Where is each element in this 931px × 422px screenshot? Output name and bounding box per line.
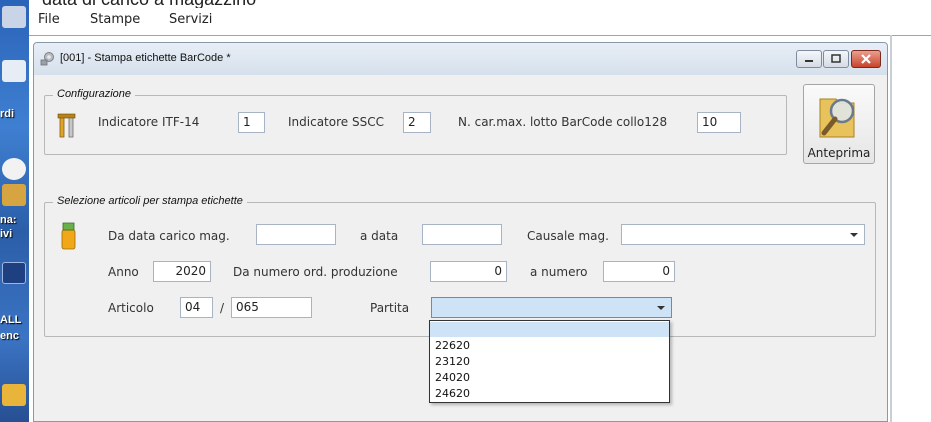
- jar-icon: [61, 222, 76, 250]
- desktop-icon-label: ALL: [0, 314, 22, 326]
- window-title: [001] - Stampa etichette BarCode *: [60, 52, 231, 64]
- itf14-label: Indicatore ITF-14: [98, 115, 200, 129]
- articolo-number-input[interactable]: 065: [231, 297, 312, 318]
- articolo-label: Articolo: [108, 301, 154, 315]
- desktop-strip: rdi na: ivi ALL enc: [0, 0, 29, 422]
- partita-select[interactable]: [431, 297, 672, 318]
- maxlen-label: N. car.max. lotto BarCode collo128: [458, 115, 668, 129]
- dropdown-option[interactable]: [430, 322, 669, 337]
- partita-label: Partita: [370, 301, 410, 315]
- maxlen-input[interactable]: 10: [697, 112, 741, 133]
- menu-servizi[interactable]: Servizi: [169, 12, 212, 27]
- desktop-icon[interactable]: [2, 60, 26, 82]
- anno-label: Anno: [108, 265, 139, 279]
- tools-icon: [57, 113, 76, 138]
- dropdown-option[interactable]: 23120: [430, 354, 669, 369]
- causale-select[interactable]: [621, 224, 865, 245]
- configurazione-legend: Configurazione: [53, 88, 135, 100]
- desktop-icon[interactable]: [2, 384, 26, 406]
- selezione-legend: Selezione articoli per stampa etichette: [53, 195, 247, 207]
- da-numero-input[interactable]: 0: [430, 261, 507, 282]
- desktop-icon-label: rdi: [0, 108, 15, 120]
- da-data-label: Da data carico mag.: [108, 229, 230, 243]
- causale-label: Causale mag.: [527, 229, 609, 243]
- a-numero-input[interactable]: 0: [603, 261, 675, 282]
- a-data-input[interactable]: [422, 224, 502, 245]
- da-data-input[interactable]: [256, 224, 336, 245]
- desktop-icon[interactable]: [2, 184, 26, 206]
- preview-button-label: Anteprima: [807, 146, 871, 160]
- desktop-icon-label: na:: [0, 214, 17, 226]
- dropdown-option[interactable]: 22620: [430, 338, 669, 353]
- minimize-button[interactable]: [796, 50, 822, 68]
- frame-border: [890, 35, 892, 422]
- maximize-icon: [831, 54, 841, 63]
- chevron-down-icon: [850, 233, 858, 237]
- magnifier-icon: [819, 98, 855, 138]
- sscc-input[interactable]: 2: [403, 112, 431, 133]
- partita-dropdown-list[interactable]: 22620 23120 24020 24620: [429, 320, 670, 403]
- shield-icon[interactable]: [2, 262, 26, 284]
- minimize-icon: [805, 60, 813, 62]
- preview-button[interactable]: Anteprima: [803, 84, 875, 164]
- window-app-icon: [40, 52, 54, 66]
- articolo-code-input[interactable]: 04: [180, 297, 213, 318]
- desktop-icon-label: ivi: [0, 228, 13, 240]
- menu-file[interactable]: File: [38, 12, 60, 27]
- a-numero-label: a numero: [530, 265, 588, 279]
- close-icon: [861, 54, 871, 64]
- desktop-icon[interactable]: [2, 6, 26, 28]
- selezione-group: Selezione articoli per stampa etichette …: [44, 195, 876, 337]
- dropdown-option[interactable]: 24620: [430, 386, 669, 401]
- desktop-icon[interactable]: [2, 158, 26, 180]
- maximize-button[interactable]: [823, 50, 849, 68]
- itf14-input[interactable]: 1: [238, 112, 265, 133]
- articolo-separator: /: [220, 301, 225, 315]
- close-button[interactable]: [851, 50, 881, 68]
- chevron-down-icon: [657, 306, 665, 310]
- menu-stampe[interactable]: Stampe: [90, 12, 140, 27]
- a-data-label: a data: [360, 229, 399, 243]
- desktop-icon-label: enc: [0, 330, 19, 342]
- menu-bar: File Stampe Servizi: [29, 8, 931, 35]
- da-numero-label: Da numero ord. produzione: [233, 265, 398, 279]
- dropdown-option[interactable]: 24020: [430, 370, 669, 385]
- sscc-label: Indicatore SSCC: [288, 115, 384, 129]
- anno-input[interactable]: 2020: [153, 261, 211, 282]
- window-titlebar[interactable]: [001] - Stampa etichette BarCode *: [34, 43, 887, 75]
- configurazione-group: Configurazione Indicatore ITF-14 1 Indic…: [44, 88, 787, 155]
